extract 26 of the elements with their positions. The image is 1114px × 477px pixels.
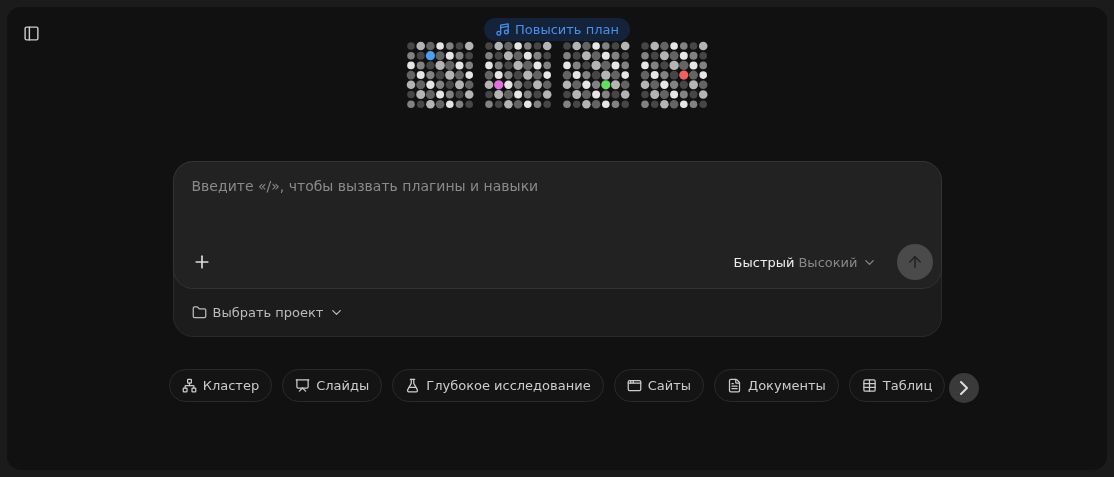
dot-matrix-drawing [562,41,630,109]
dot-matrix-drawing [640,41,708,109]
sites-icon [626,378,642,393]
tool-chip[interactable]: Кластер [168,369,273,402]
scroll-right-button[interactable] [949,373,980,403]
docs-icon [727,378,742,393]
music-note-icon [495,22,511,37]
dot-matrix-drawing [406,41,474,109]
mode-dropdown[interactable]: Быстрый Высокий [733,254,877,270]
tool-chip[interactable]: Глубокое исследование [392,369,604,402]
upgrade-plan-button[interactable]: Повысить план [484,18,630,41]
tool-chip[interactable]: Слайды [282,369,383,402]
tool-chip[interactable]: Сайты [613,369,704,402]
research-icon [405,378,421,393]
tables-icon [861,378,877,393]
sidebar-toggle-button[interactable] [21,23,42,44]
prompt-input[interactable]: Введите «/», чтобы вызвать плагины и навыки [191,178,933,194]
folder-icon [191,305,207,320]
slides-icon [295,378,311,393]
chevron-right-icon [960,381,969,395]
tool-chip[interactable]: Документы [714,369,839,402]
dot-matrix-drawing [484,41,552,109]
project-dropdown[interactable]: Выбрать проект [191,305,345,320]
cluster-icon [181,378,197,393]
sidebar-icon [23,25,40,42]
tool-chip[interactable]: Таблиц [848,369,946,402]
